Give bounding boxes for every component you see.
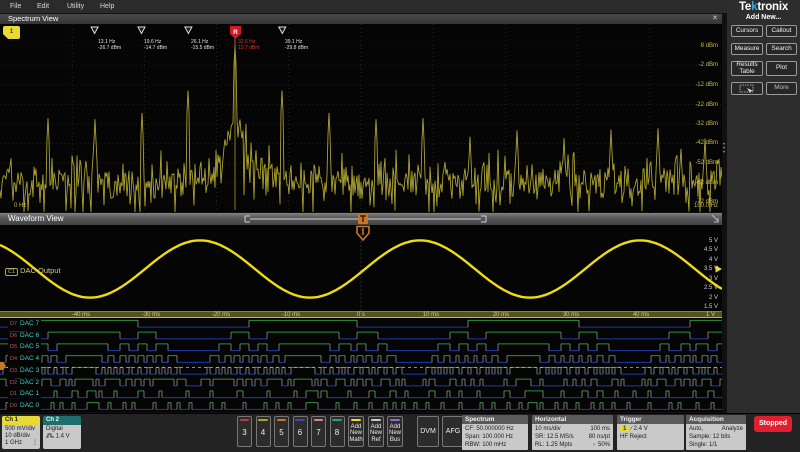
svg-text:R: R	[233, 29, 238, 36]
